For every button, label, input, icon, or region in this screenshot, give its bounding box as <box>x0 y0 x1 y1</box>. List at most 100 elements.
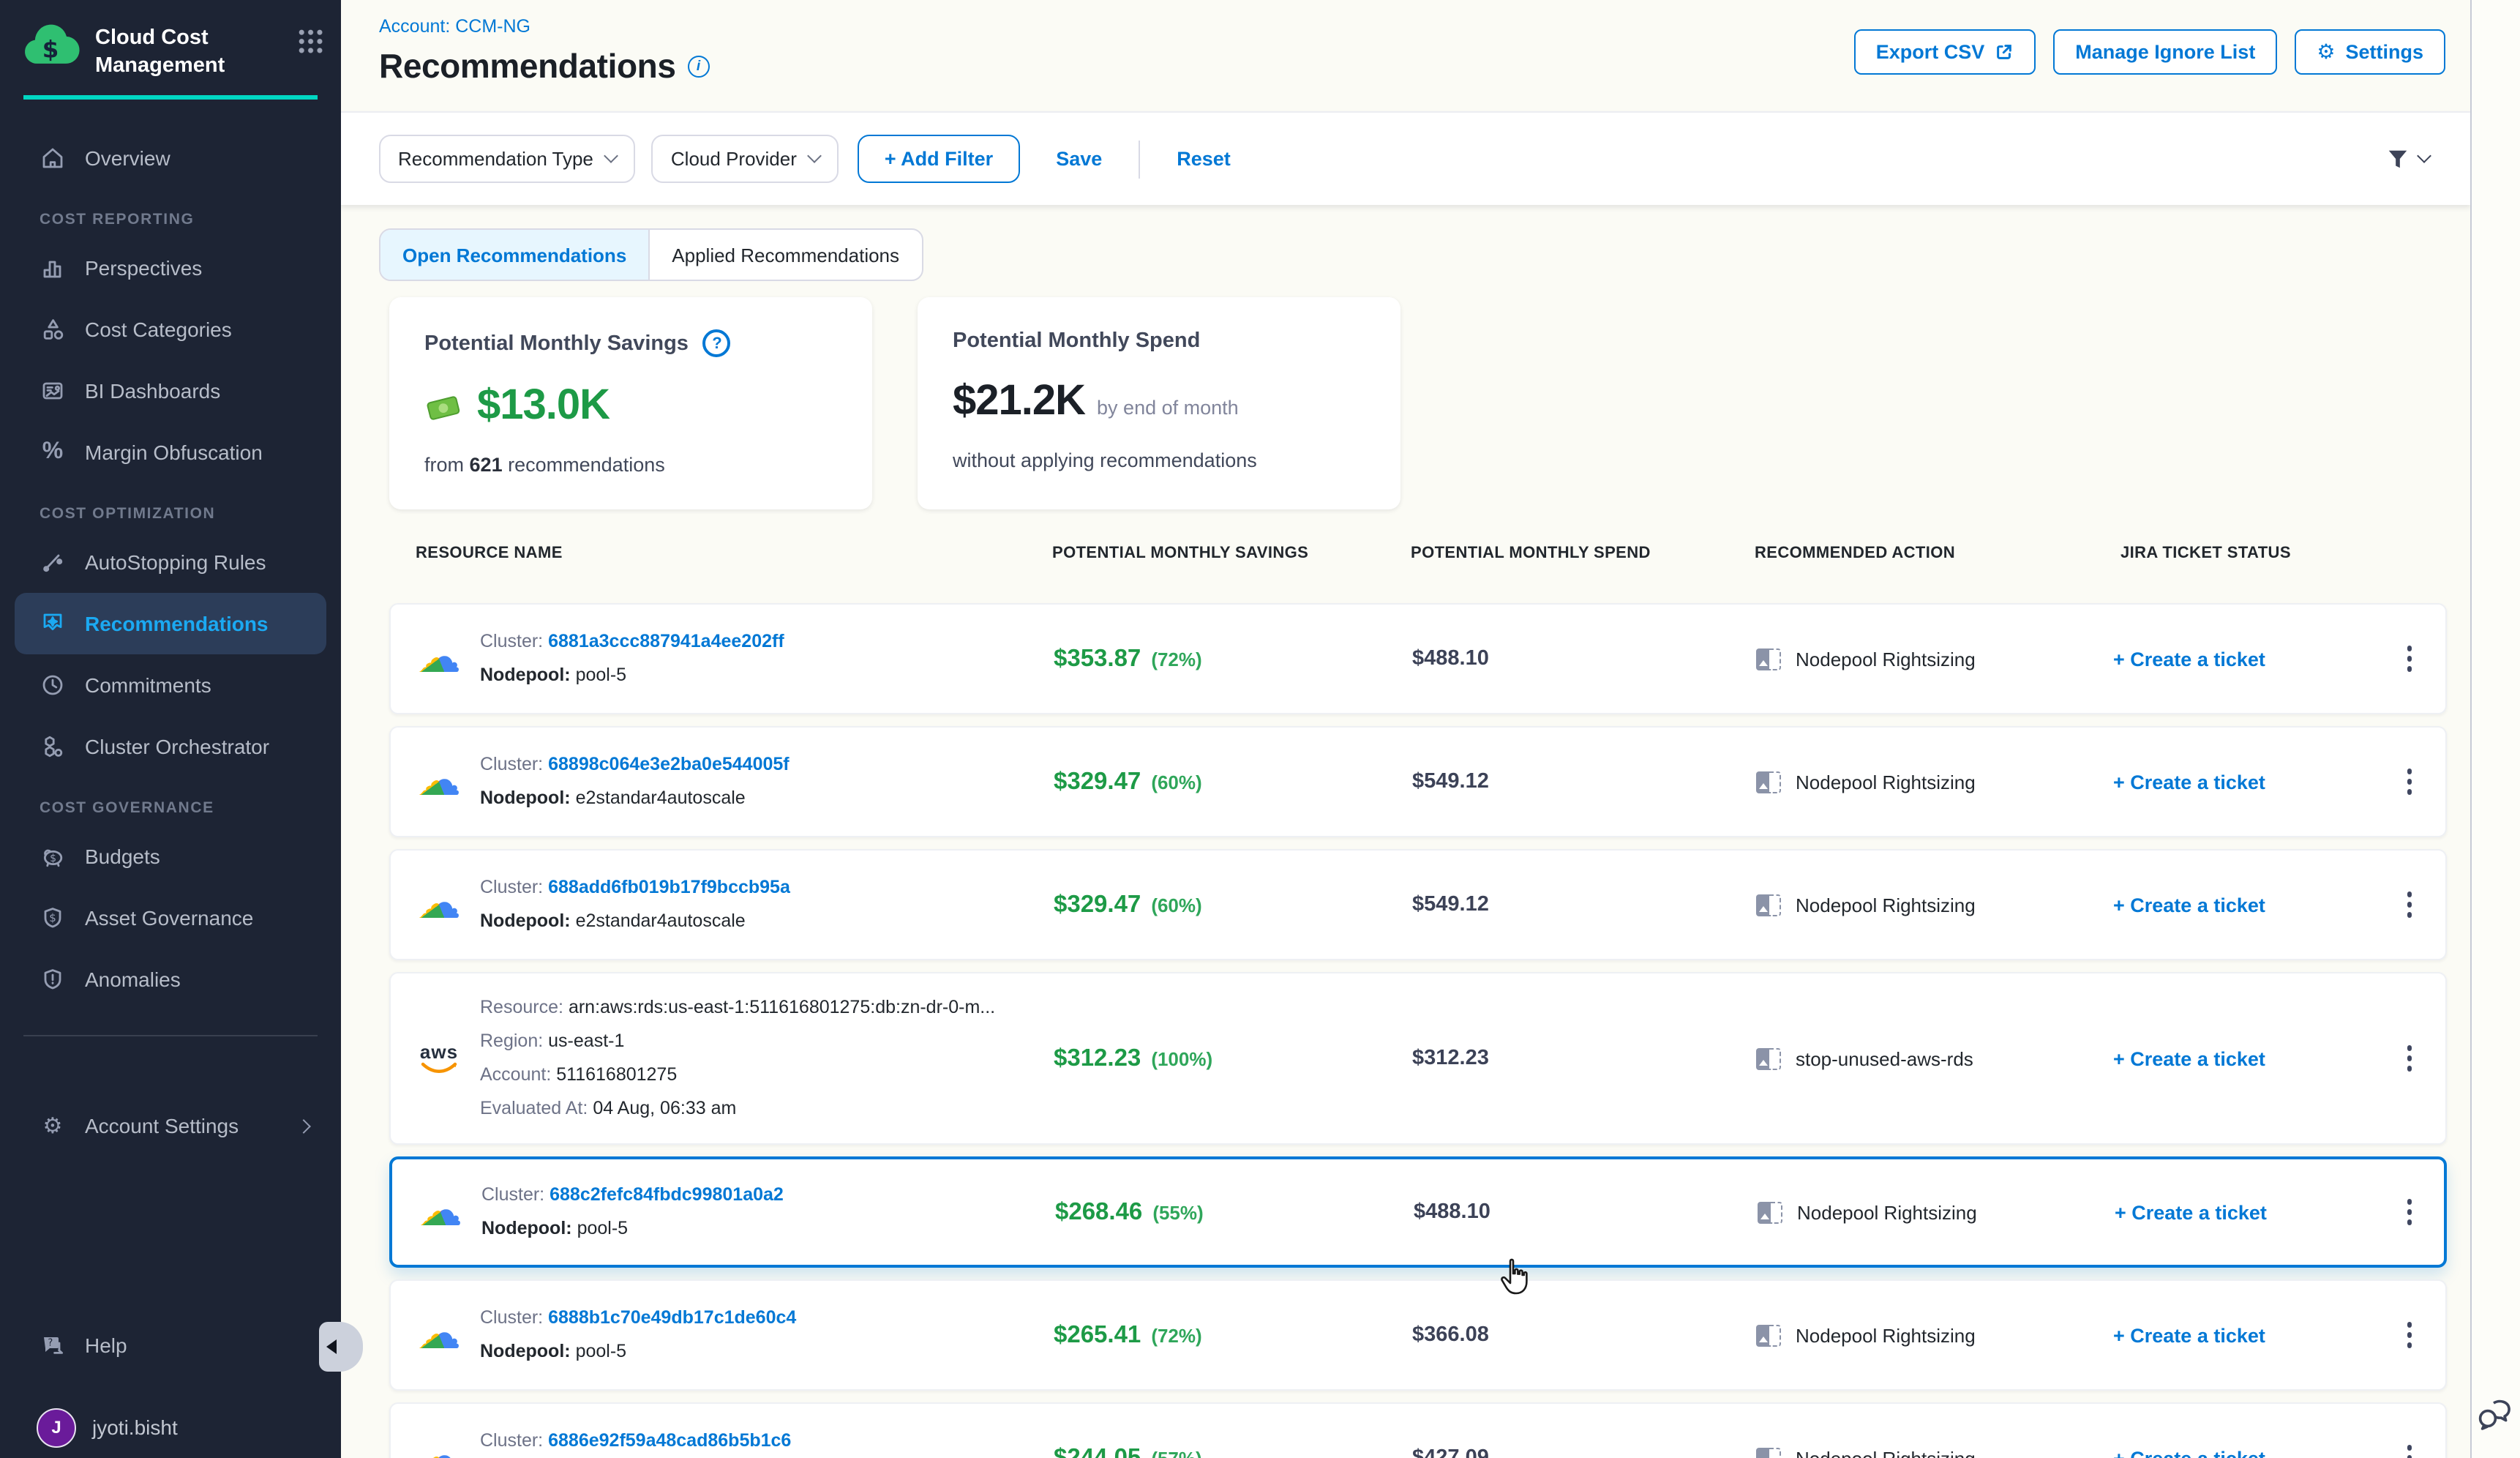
sidebar-item-anomalies[interactable]: Anomalies <box>0 948 341 1009</box>
recommendations-list: ☁ Cluster: 6881a3ccc887941a4ee202ff Node… <box>389 603 2447 1458</box>
resource-value: arn:aws:rds:us-east-1:511616801275:db:zn… <box>569 997 995 1017</box>
row-menu-icon[interactable] <box>2398 637 2420 681</box>
sidebar-item-label: Overview <box>85 146 170 169</box>
sidebar-item-bi-dashboards[interactable]: BI Dashboards <box>0 359 341 421</box>
svg-text:$: $ <box>50 852 56 864</box>
recommendations-icon <box>40 610 66 636</box>
sidebar-item-overview[interactable]: Overview <box>0 127 341 188</box>
potential-monthly-spend-card: Potential Monthly Spend $21.2K by end of… <box>918 297 1400 509</box>
filter-separator <box>1139 140 1140 178</box>
row-menu-icon[interactable] <box>2398 1036 2420 1080</box>
cluster-label: Cluster: <box>480 1430 543 1451</box>
table-row-selected[interactable]: ☁ Cluster: 688c2fefc84fbdc99801a0a2 Node… <box>389 1156 2447 1268</box>
save-filter-button[interactable]: Save <box>1056 148 1102 170</box>
table-row[interactable]: ☁ Cluster: 688add6fb019b17f9bccb95a Node… <box>389 849 2447 960</box>
table-row[interactable]: ☁ Cluster: 6888b1c70e49db17c1de60c4 Node… <box>389 1279 2447 1391</box>
rightsizing-icon <box>1756 894 1781 916</box>
question-icon[interactable]: ? <box>703 329 731 357</box>
gcp-icon: ☁ <box>417 1313 461 1357</box>
table-row[interactable]: ☁ Cluster: 6886e92f59a48cad86b5b1c6 Node… <box>389 1402 2447 1458</box>
row-menu-icon[interactable] <box>2398 1436 2420 1458</box>
cloud-provider-dropdown[interactable]: Cloud Provider <box>652 135 839 183</box>
gcp-icon: ☁ <box>417 760 461 804</box>
sidebar-item-recommendations[interactable]: Recommendations <box>15 592 326 654</box>
spend-card-subtitle: without applying recommendations <box>953 449 1365 471</box>
recommendation-type-dropdown[interactable]: Recommendation Type <box>379 135 636 183</box>
cluster-link[interactable]: 68898c064e3e2ba0e544005f <box>548 754 790 774</box>
savings-value: $265.41 <box>1054 1321 1141 1349</box>
sidebar-item-margin-obfuscation[interactable]: % Margin Obfuscation <box>0 421 341 482</box>
table-row[interactable]: ☁ Cluster: 6881a3ccc887941a4ee202ff Node… <box>389 603 2447 714</box>
cluster-label: Cluster: <box>480 754 543 774</box>
sidebar-item-perspectives[interactable]: Perspectives <box>0 236 341 298</box>
tab-applied-recommendations[interactable]: Applied Recommendations <box>650 230 921 280</box>
sidebar-item-budgets[interactable]: $ Budgets <box>0 825 341 886</box>
settings-label: Settings <box>2345 41 2423 63</box>
sidebar-item-autostopping-rules[interactable]: AutoStopping Rules <box>0 531 341 592</box>
savings-amount: $13.0K <box>477 382 610 430</box>
sidebar-item-cluster-orchestrator[interactable]: Cluster Orchestrator <box>0 715 341 777</box>
cluster-label: Cluster: <box>480 877 543 897</box>
nodepool-value: pool-5 <box>577 1218 629 1238</box>
breadcrumb-account-link[interactable]: Account: CCM-NG <box>379 16 530 37</box>
cluster-link[interactable]: 6881a3ccc887941a4ee202ff <box>548 631 784 651</box>
sidebar-item-commitments[interactable]: Commitments <box>0 654 341 715</box>
right-gutter <box>2472 0 2520 1458</box>
row-menu-icon[interactable] <box>2398 760 2420 804</box>
savings-value: $329.47 <box>1054 891 1141 919</box>
cluster-link[interactable]: 6886e92f59a48cad86b5b1c6 <box>548 1430 791 1451</box>
app-switcher-icon[interactable] <box>299 29 323 54</box>
col-potential-monthly-spend: POTENTIAL MONTHLY SPEND <box>1399 545 1743 562</box>
info-icon[interactable]: i <box>688 56 710 78</box>
gear-icon: ⚙ <box>2317 40 2335 64</box>
row-menu-icon[interactable] <box>2398 1313 2420 1357</box>
scrollbar[interactable] <box>2470 0 2472 1458</box>
col-resource-name: RESOURCE NAME <box>389 545 1040 562</box>
region-value: us-east-1 <box>548 1031 624 1051</box>
sidebar-item-label: Asset Governance <box>85 905 253 929</box>
spend-value: $427.09 <box>1400 1446 1744 1458</box>
export-csv-button[interactable]: Export CSV <box>1854 29 2036 75</box>
sidebar-collapse-handle[interactable] <box>319 1322 363 1372</box>
create-ticket-button[interactable]: + Create a ticket <box>2112 1201 2375 1223</box>
create-ticket-button[interactable]: + Create a ticket <box>2110 894 2374 916</box>
recommendation-count: 621 <box>470 454 503 476</box>
autostopping-icon <box>40 548 66 575</box>
tab-open-recommendations[interactable]: Open Recommendations <box>380 230 650 280</box>
user-account-row[interactable]: J jyoti.bisht <box>0 1397 341 1458</box>
reset-filter-button[interactable]: Reset <box>1177 148 1231 170</box>
cluster-link[interactable]: 688c2fefc84fbdc99801a0a2 <box>550 1184 784 1205</box>
savings-percent: (60%) <box>1151 894 1201 916</box>
funnel-icon <box>2385 147 2410 171</box>
piggy-bank-icon: $ <box>40 842 66 869</box>
create-ticket-button[interactable]: + Create a ticket <box>2110 771 2374 793</box>
sidebar-item-label: Perspectives <box>85 255 202 279</box>
svg-text:$: $ <box>49 911 56 924</box>
cloud-cost-logo-icon: $ <box>20 20 82 73</box>
row-menu-icon[interactable] <box>2398 1190 2420 1234</box>
table-row[interactable]: aws Resource: arn:aws:rds:us-east-1:5116… <box>389 972 2447 1145</box>
module-header: $ Cloud Cost Management <box>0 0 341 80</box>
manage-ignore-list-button[interactable]: Manage Ignore List <box>2053 29 2277 75</box>
row-menu-icon[interactable] <box>2398 883 2420 927</box>
create-ticket-button[interactable]: + Create a ticket <box>2110 1324 2374 1346</box>
create-ticket-button[interactable]: + Create a ticket <box>2110 648 2374 670</box>
table-row[interactable]: ☁ Cluster: 68898c064e3e2ba0e544005f Node… <box>389 726 2447 837</box>
chat-help-icon[interactable] <box>2476 1398 2514 1440</box>
sidebar-item-asset-governance[interactable]: $ Asset Governance <box>0 886 341 948</box>
cluster-link[interactable]: 688add6fb019b17f9bccb95a <box>548 877 790 897</box>
nodepool-value: e2standar4autoscale <box>576 788 746 808</box>
action-label: Nodepool Rightsizing <box>1796 648 1976 670</box>
sidebar-item-cost-categories[interactable]: Cost Categories <box>0 298 341 359</box>
cluster-link[interactable]: 6888b1c70e49db17c1de60c4 <box>548 1307 796 1328</box>
sidebar-item-help[interactable]: ? Help <box>0 1315 341 1376</box>
export-csv-label: Export CSV <box>1876 41 1985 63</box>
dashboard-image-icon <box>40 377 66 403</box>
create-ticket-button[interactable]: + Create a ticket <box>2110 1447 2374 1458</box>
chevron-down-icon <box>2417 149 2431 163</box>
add-filter-button[interactable]: + Add Filter <box>858 135 1019 183</box>
settings-button[interactable]: ⚙ Settings <box>2295 29 2445 75</box>
sidebar-item-account-settings[interactable]: ⚙ Account Settings <box>0 1095 341 1156</box>
create-ticket-button[interactable]: + Create a ticket <box>2110 1047 2374 1069</box>
filter-panel-toggle[interactable] <box>2385 147 2429 171</box>
